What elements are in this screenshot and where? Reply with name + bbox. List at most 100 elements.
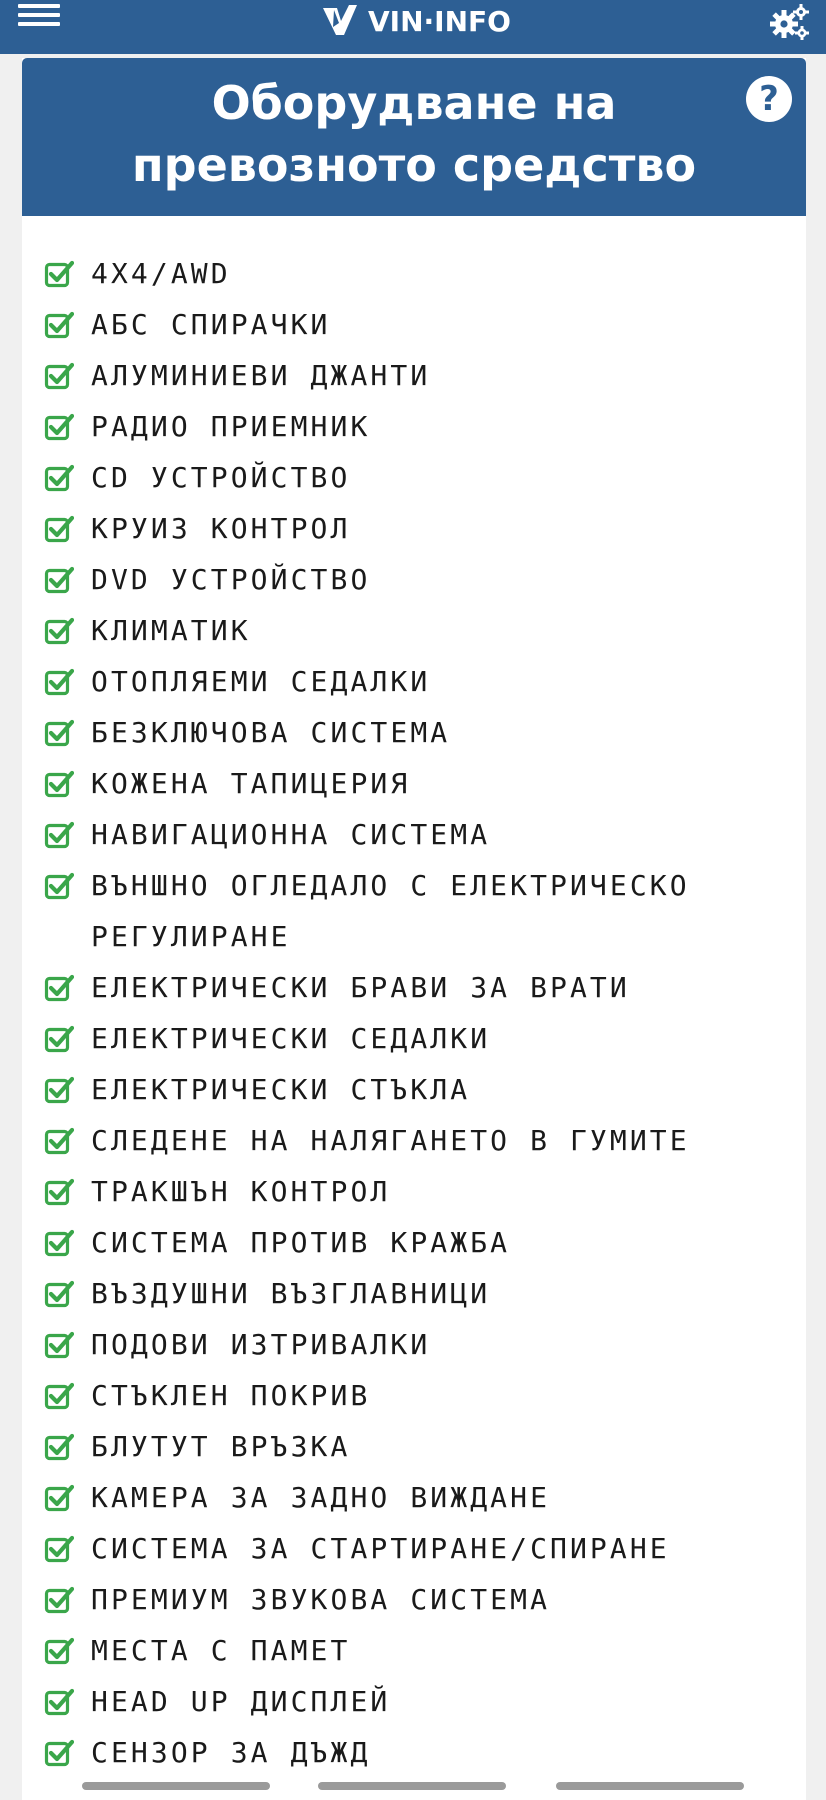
equipment-item: СИСТЕМА ПРОТИВ КРАЖБА (44, 1217, 784, 1268)
equipment-label: АБС СПИРАЧКИ (91, 308, 331, 341)
equipment-item: КЛИМАТИК (44, 605, 784, 656)
equipment-label: ВЪЗДУШНИ ВЪЗГЛАВНИЦИ (91, 1277, 491, 1310)
scroll-indicator (82, 1782, 270, 1790)
equipment-item: БЛУТУТ ВРЪЗКА (44, 1421, 784, 1472)
equipment-label: БЕЗКЛЮЧОВА СИСТЕМА (91, 716, 451, 749)
help-glyph: ? (759, 79, 779, 119)
equipment-label: HEAD UP ДИСПЛЕЙ (91, 1685, 391, 1718)
equipment-item: ЕЛЕКТРИЧЕСКИ БРАВИ ЗА ВРАТИ (44, 962, 784, 1013)
equipment-label: СИСТЕМА ПРОТИВ КРАЖБА (91, 1226, 511, 1259)
scroll-indicator (318, 1782, 506, 1790)
check-square-icon (44, 1433, 74, 1461)
check-square-icon (44, 974, 74, 1002)
equipment-item: ЕЛЕКТРИЧЕСКИ СТЪКЛА (44, 1064, 784, 1115)
equipment-item: ВЪЗДУШНИ ВЪЗГЛАВНИЦИ (44, 1268, 784, 1319)
equipment-label: ОТОПЛЯЕМИ СЕДАЛКИ (91, 665, 431, 698)
question-circle-icon[interactable]: ? (746, 76, 792, 122)
equipment-item: КРУИЗ КОНТРОЛ (44, 503, 784, 554)
equipment-item: ПОДОВИ ИЗТРИВАЛКИ (44, 1319, 784, 1370)
check-square-icon (44, 1739, 74, 1767)
equipment-label: ВЪНШНО ОГЛЕДАЛО С ЕЛЕКТРИЧЕСКО РЕГУЛИРАН… (91, 869, 690, 953)
check-square-icon (44, 719, 74, 747)
top-navigation-bar: VIN·INFO (0, 0, 826, 54)
equipment-item: СЛЕДЕНЕ НА НАЛЯГАНЕТО В ГУМИТЕ (44, 1115, 784, 1166)
check-square-icon (44, 1637, 74, 1665)
vin-info-logo[interactable]: VIN·INFO (320, 0, 511, 42)
check-square-icon (44, 1127, 74, 1155)
equipment-label: МЕСТА С ПАМЕТ (91, 1634, 351, 1667)
equipment-label: БЛУТУТ ВРЪЗКА (91, 1430, 351, 1463)
equipment-item: КАМЕРА ЗА ЗАДНО ВИЖДАНЕ (44, 1472, 784, 1523)
equipment-label: СТЪКЛЕН ПОКРИВ (91, 1379, 371, 1412)
equipment-label: ЕЛЕКТРИЧЕСКИ СТЪКЛА (91, 1073, 471, 1106)
check-square-icon (44, 617, 74, 645)
equipment-item: БЕЗКЛЮЧОВА СИСТЕМА (44, 707, 784, 758)
equipment-item: DVD УСТРОЙСТВО (44, 554, 784, 605)
check-square-icon (44, 464, 74, 492)
check-square-icon (44, 821, 74, 849)
equipment-item: CD УСТРОЙСТВО (44, 452, 784, 503)
equipment-label: КРУИЗ КОНТРОЛ (91, 512, 351, 545)
equipment-item: ЕЛЕКТРИЧЕСКИ СЕДАЛКИ (44, 1013, 784, 1064)
equipment-label: DVD УСТРОЙСТВО (91, 563, 371, 596)
card-header: Оборудване на превозното средство ? (22, 58, 806, 216)
equipment-item: КОЖЕНА ТАПИЦЕРИЯ (44, 758, 784, 809)
check-square-icon (44, 770, 74, 798)
check-square-icon (44, 1025, 74, 1053)
equipment-label: 4X4/AWD (91, 257, 231, 290)
equipment-label: КАМЕРА ЗА ЗАДНО ВИЖДАНЕ (91, 1481, 551, 1514)
equipment-item: 4X4/AWD (44, 248, 784, 299)
logo-text: VIN·INFO (368, 4, 511, 38)
equipment-label: АЛУМИНИЕВИ ДЖАНТИ (91, 359, 431, 392)
check-square-icon (44, 515, 74, 543)
card-title: Оборудване на превозното средство (131, 76, 697, 192)
equipment-item: АБС СПИРАЧКИ (44, 299, 784, 350)
check-square-icon (44, 872, 74, 900)
check-square-icon (44, 1178, 74, 1206)
equipment-label: ЕЛЕКТРИЧЕСКИ БРАВИ ЗА ВРАТИ (91, 971, 630, 1004)
equipment-item: МЕСТА С ПАМЕТ (44, 1625, 784, 1676)
menu-line (18, 22, 60, 26)
check-square-icon (44, 1535, 74, 1563)
check-square-icon (44, 1484, 74, 1512)
equipment-item: ТРАКШЪН КОНТРОЛ (44, 1166, 784, 1217)
check-square-icon (44, 1229, 74, 1257)
check-square-icon (44, 362, 74, 390)
equipment-label: КОЖЕНА ТАПИЦЕРИЯ (91, 767, 411, 800)
menu-line (18, 13, 60, 17)
equipment-list: 4X4/AWD АБС СПИРАЧКИ АЛУМИНИЕВИ ДЖАНТИ РАДИ… (44, 248, 784, 1778)
equipment-item: СИСТЕМА ЗА СТАРТИРАНЕ/СПИРАНЕ (44, 1523, 784, 1574)
check-square-icon (44, 668, 74, 696)
equipment-label: ПРЕМИУМ ЗВУКОВА СИСТЕМА (91, 1583, 551, 1616)
scroll-indicator (556, 1782, 744, 1790)
check-square-icon (44, 1586, 74, 1614)
hamburger-menu-icon[interactable] (18, 4, 60, 36)
equipment-label: CD УСТРОЙСТВО (91, 461, 351, 494)
equipment-item: ПРЕМИУМ ЗВУКОВА СИСТЕМА (44, 1574, 784, 1625)
equipment-label: СЕНЗОР ЗА ДЪЖД (91, 1736, 371, 1769)
menu-line (18, 4, 60, 8)
equipment-label: РАДИО ПРИЕМНИК (91, 410, 371, 443)
gears-icon[interactable] (768, 2, 812, 42)
check-square-icon (44, 311, 74, 339)
equipment-label: НАВИГАЦИОННА СИСТЕМА (91, 818, 491, 851)
equipment-label: КЛИМАТИК (91, 614, 251, 647)
equipment-item: ОТОПЛЯЕМИ СЕДАЛКИ (44, 656, 784, 707)
equipment-label: ТРАКШЪН КОНТРОЛ (91, 1175, 391, 1208)
equipment-label: СИСТЕМА ЗА СТАРТИРАНЕ/СПИРАНЕ (91, 1532, 670, 1565)
check-square-icon (44, 1688, 74, 1716)
check-square-icon (44, 1280, 74, 1308)
logo-mark-icon (323, 5, 357, 35)
equipment-label: ПОДОВИ ИЗТРИВАЛКИ (91, 1328, 431, 1361)
equipment-item: СЕНЗОР ЗА ДЪЖД (44, 1727, 784, 1778)
equipment-item: НАВИГАЦИОННА СИСТЕМА (44, 809, 784, 860)
equipment-card: Оборудване на превозното средство ? 4X4/… (22, 58, 806, 1800)
equipment-item: АЛУМИНИЕВИ ДЖАНТИ (44, 350, 784, 401)
equipment-item: ВЪНШНО ОГЛЕДАЛО С ЕЛЕКТРИЧЕСКО РЕГУЛИРАН… (44, 860, 784, 962)
equipment-item: СТЪКЛЕН ПОКРИВ (44, 1370, 784, 1421)
equipment-item: HEAD UP ДИСПЛЕЙ (44, 1676, 784, 1727)
check-square-icon (44, 566, 74, 594)
check-square-icon (44, 1076, 74, 1104)
check-square-icon (44, 260, 74, 288)
check-square-icon (44, 1331, 74, 1359)
